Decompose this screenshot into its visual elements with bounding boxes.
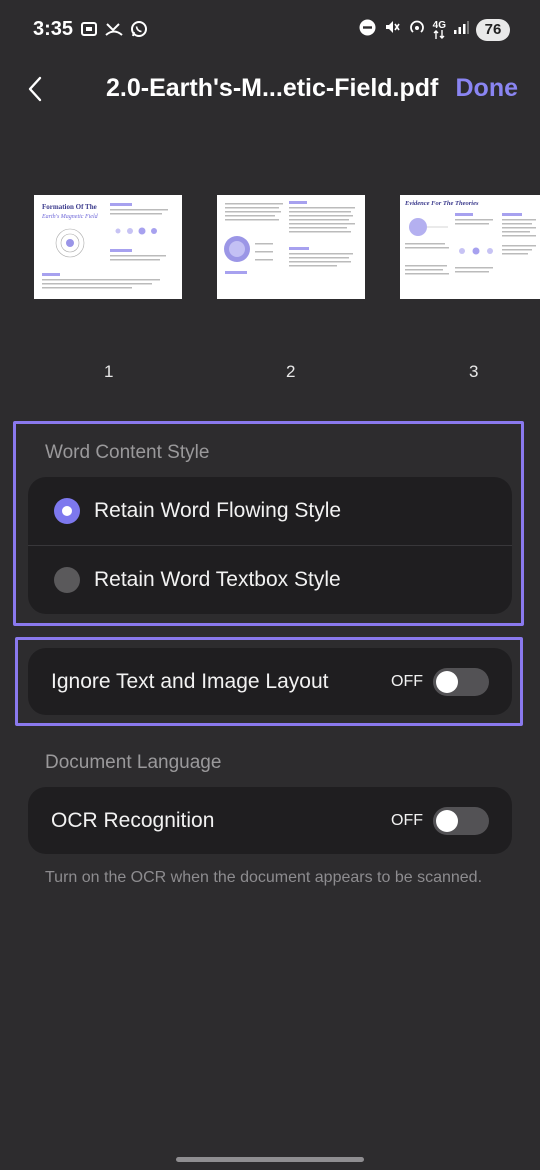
status-time: 3:35 [33, 18, 74, 40]
data-arrows-icon [433, 29, 445, 39]
ignore-layout-card: Ignore Text and Image Layout OFF [28, 648, 512, 715]
battery-indicator: 76 [476, 18, 510, 41]
thumb-1-subheading: Earth's Magnetic Field [41, 214, 99, 220]
status-left-icons [80, 20, 148, 43]
ocr-card: OCR Recognition OFF [28, 787, 512, 854]
ocr-state: OFF [391, 811, 423, 829]
ocr-hint: Turn on the OCR when the document appear… [45, 869, 483, 886]
radio-selected[interactable] [54, 498, 80, 524]
ignore-layout-label: Ignore Text and Image Layout [51, 669, 329, 693]
do-not-disturb-icon [359, 19, 376, 41]
network-type: 4G [433, 20, 446, 39]
ignore-layout-row: Ignore Text and Image Layout OFF [28, 648, 512, 715]
signal-icon [453, 19, 469, 40]
screenshot-icon [80, 20, 98, 43]
hotspot-icon [408, 18, 426, 41]
word-content-style-card: Retain Word Flowing Style Retain Word Te… [28, 477, 512, 614]
mute-icon [383, 18, 401, 41]
back-button[interactable] [24, 74, 50, 104]
ocr-row: OCR Recognition OFF [28, 787, 512, 854]
toggle-knob [436, 670, 458, 693]
page-thumbnail-3[interactable]: Evidence For The Theories [400, 195, 540, 299]
option-textbox-style[interactable]: Retain Word Textbox Style [28, 546, 512, 614]
page-number-1: 1 [104, 362, 114, 381]
ocr-toggle[interactable] [433, 806, 489, 835]
page-number-3: 3 [469, 362, 479, 381]
page-thumbnail-2[interactable] [217, 195, 365, 299]
toggle-knob [436, 809, 458, 832]
document-title: 2.0-Earth's-M...etic-Field.pdf [106, 74, 439, 102]
chevron-left-icon [28, 76, 42, 102]
option-textbox-style-label: Retain Word Textbox Style [94, 568, 341, 591]
document-language-label: Document Language [45, 752, 222, 773]
page-number-2: 2 [286, 362, 296, 381]
radio-unselected[interactable] [54, 567, 80, 593]
ignore-layout-toggle[interactable] [433, 667, 489, 696]
home-indicator[interactable] [176, 1157, 364, 1162]
whatsapp-icon [130, 20, 148, 43]
ocr-label: OCR Recognition [51, 808, 215, 832]
status-bar: 3:35 4G 76 [0, 0, 540, 60]
thumb-3-heading: Evidence For The Theories [404, 200, 479, 207]
word-content-style-label: Word Content Style [45, 442, 210, 463]
option-flowing-style[interactable]: Retain Word Flowing Style [28, 477, 512, 545]
page-thumbnail-1[interactable]: Formation Of The Earth's Magnetic Field [34, 195, 182, 299]
thumb-1-heading: Formation Of The [42, 203, 97, 211]
call-missed-icon [104, 20, 124, 43]
status-right-icons: 4G 76 [359, 18, 510, 41]
header: 2.0-Earth's-M...etic-Field.pdf Done [0, 60, 540, 116]
option-flowing-style-label: Retain Word Flowing Style [94, 499, 342, 522]
ignore-layout-state: OFF [391, 672, 423, 690]
done-button[interactable]: Done [456, 74, 519, 103]
